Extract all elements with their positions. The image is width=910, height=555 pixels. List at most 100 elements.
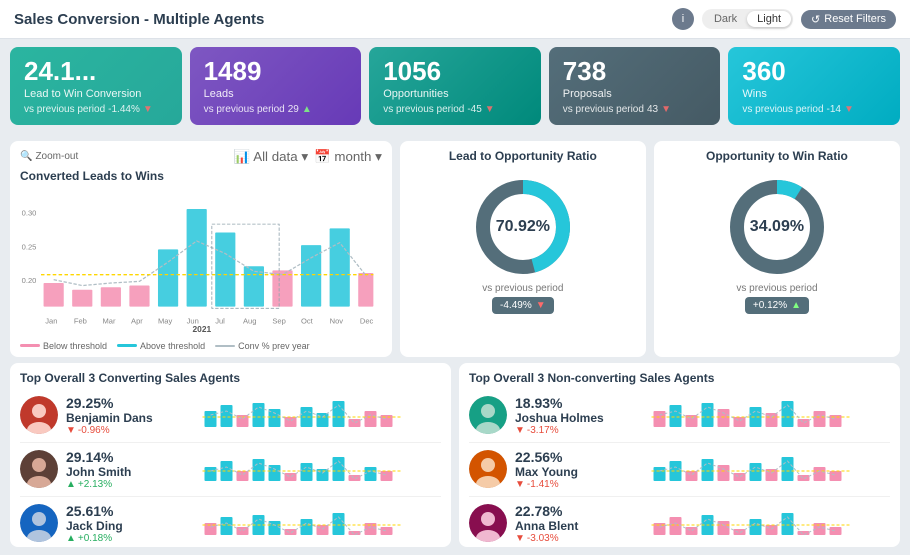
- kpi-compare: vs previous period -1.44% ▼: [24, 104, 168, 115]
- zoom-out-button[interactable]: 🔍 Zoom-out: [20, 151, 78, 162]
- kpi-leads: 1489 Leads vs previous period 29 ▲: [190, 47, 362, 125]
- kpi-value: 360: [742, 57, 886, 86]
- kpi-compare: vs previous period -14 ▼: [742, 104, 886, 115]
- kpi-label: Leads: [204, 88, 348, 100]
- svg-text:0.30: 0.30: [22, 208, 37, 217]
- reset-filters-button[interactable]: ↺ Reset Filters: [801, 10, 896, 29]
- arrow-down-icon: ▼: [143, 104, 153, 115]
- agent-name: John Smith: [66, 465, 156, 479]
- legend-below: Below threshold: [20, 341, 107, 351]
- mini-chart: [164, 505, 441, 541]
- arrow-down-icon: ▼: [844, 104, 854, 115]
- agent-pct: 22.78%: [515, 503, 605, 519]
- arrow-down-icon: ▼: [485, 104, 495, 115]
- kpi-value: 1489: [204, 57, 348, 86]
- legend-above: Above threshold: [117, 341, 205, 351]
- arrow-up-icon: ▲: [302, 104, 312, 115]
- header-controls: i Dark Light ↺ Reset Filters: [672, 8, 896, 30]
- svg-text:Apr: Apr: [131, 316, 143, 325]
- opportunity-win-donut: 34.09%: [727, 177, 827, 277]
- agent-name: Benjamin Dans: [66, 411, 156, 425]
- lead-opp-compare: vs previous period: [482, 283, 563, 294]
- agent-change: ▼ -3.17%: [515, 425, 605, 436]
- converted-leads-title: Converted Leads to Wins: [20, 169, 382, 183]
- arrow-down-icon: ▼: [536, 300, 546, 311]
- chart-legend: Below threshold Above threshold Conv % p…: [20, 341, 382, 357]
- opp-win-change: +0.12% ▲: [745, 297, 809, 314]
- svg-text:Oct: Oct: [301, 316, 314, 325]
- avatar: [469, 450, 507, 488]
- svg-text:2021: 2021: [192, 323, 211, 333]
- avatar: [469, 504, 507, 542]
- main-charts-row: 🔍 Zoom-out 📊 All data ▾ 📅 month ▾ Conver…: [0, 133, 910, 363]
- light-toggle[interactable]: Light: [747, 11, 791, 27]
- agent-name: Jack Ding: [66, 519, 156, 533]
- mini-chart: [613, 397, 890, 433]
- mini-chart: [164, 451, 441, 487]
- avatar: [20, 396, 58, 434]
- svg-text:Nov: Nov: [330, 316, 344, 325]
- kpi-opportunities: 1056 Opportunities vs previous period -4…: [369, 47, 541, 125]
- page-title: Sales Conversion - Multiple Agents: [14, 11, 264, 28]
- all-data-button[interactable]: 📊 All data ▾: [234, 149, 308, 165]
- kpi-proposals: 738 Proposals vs previous period 43 ▼: [549, 47, 721, 125]
- agent-name: Max Young: [515, 465, 605, 479]
- kpi-lead-win: 24.1... Lead to Win Conversion vs previo…: [10, 47, 182, 125]
- data-controls: 📊 All data ▾ 📅 month ▾: [234, 149, 382, 165]
- svg-text:Sep: Sep: [272, 316, 285, 325]
- agent-info: 22.78% Anna Blent ▼ -3.03%: [515, 503, 605, 544]
- svg-text:Feb: Feb: [74, 316, 87, 325]
- agent-change: ▼ -3.03%: [515, 533, 605, 544]
- agent-info: 25.61% Jack Ding ▲ +0.18%: [66, 503, 156, 544]
- header: Sales Conversion - Multiple Agents i Dar…: [0, 0, 910, 39]
- agent-change: ▼ -1.41%: [515, 479, 605, 490]
- opportunity-win-card: Opportunity to Win Ratio 34.09% vs previ…: [654, 141, 900, 357]
- converted-leads-chart: 0.30 0.25 0.20 Jan: [20, 187, 382, 337]
- agent-row: 18.93% Joshua Holmes ▼ -3.17%: [469, 389, 890, 443]
- converted-leads-card: 🔍 Zoom-out 📊 All data ▾ 📅 month ▾ Conver…: [10, 141, 392, 357]
- lead-opportunity-card: Lead to Opportunity Ratio 70.92% vs prev…: [400, 141, 646, 357]
- opp-win-compare: vs previous period: [736, 283, 817, 294]
- kpi-value: 24.1...: [24, 57, 168, 86]
- kpi-value: 738: [563, 57, 707, 86]
- legend-dot: [215, 345, 235, 347]
- agent-row: 29.25% Benjamin Dans ▼ -0.96%: [20, 389, 441, 443]
- agent-row: 22.56% Max Young ▼ -1.41%: [469, 443, 890, 497]
- svg-text:0.20: 0.20: [22, 276, 37, 285]
- reset-icon: ↺: [811, 13, 820, 26]
- kpi-label: Proposals: [563, 88, 707, 100]
- info-button[interactable]: i: [672, 8, 694, 30]
- chart-controls: 🔍 Zoom-out 📊 All data ▾ 📅 month ▾: [20, 149, 382, 165]
- agent-change: ▲ +0.18%: [66, 533, 156, 544]
- mini-chart: [164, 397, 441, 433]
- agent-change: ▲ +2.13%: [66, 479, 156, 490]
- agent-pct: 22.56%: [515, 449, 605, 465]
- svg-text:May: May: [158, 316, 173, 325]
- kpi-label: Wins: [742, 88, 886, 100]
- opportunity-win-title: Opportunity to Win Ratio: [706, 149, 848, 163]
- dark-toggle[interactable]: Dark: [704, 11, 747, 27]
- agent-info: 29.25% Benjamin Dans ▼ -0.96%: [66, 395, 156, 436]
- agent-pct: 29.14%: [66, 449, 156, 465]
- mini-chart: [613, 451, 890, 487]
- kpi-row: 24.1... Lead to Win Conversion vs previo…: [0, 39, 910, 133]
- zoom-icon: 🔍: [20, 151, 32, 162]
- legend-dot: [20, 344, 40, 347]
- kpi-compare: vs previous period -45 ▼: [383, 104, 527, 115]
- agent-name: Anna Blent: [515, 519, 605, 533]
- agent-info: 29.14% John Smith ▲ +2.13%: [66, 449, 156, 490]
- avatar: [20, 450, 58, 488]
- kpi-value: 1056: [383, 57, 527, 86]
- arrow-up-icon: ▲: [791, 300, 801, 311]
- agent-row: 25.61% Jack Ding ▲ +0.18%: [20, 497, 441, 547]
- avatar: [469, 396, 507, 434]
- agent-info: 18.93% Joshua Holmes ▼ -3.17%: [515, 395, 605, 436]
- agent-row: 22.78% Anna Blent ▼ -3.03%: [469, 497, 890, 547]
- svg-text:Dec: Dec: [360, 316, 374, 325]
- svg-text:Jan: Jan: [45, 316, 57, 325]
- agent-change: ▼ -0.96%: [66, 425, 156, 436]
- donut-value: 34.09%: [750, 218, 804, 236]
- agent-row: 29.14% John Smith ▲ +2.13%: [20, 443, 441, 497]
- month-button[interactable]: 📅 month ▾: [314, 149, 382, 165]
- svg-text:0.25: 0.25: [22, 242, 37, 251]
